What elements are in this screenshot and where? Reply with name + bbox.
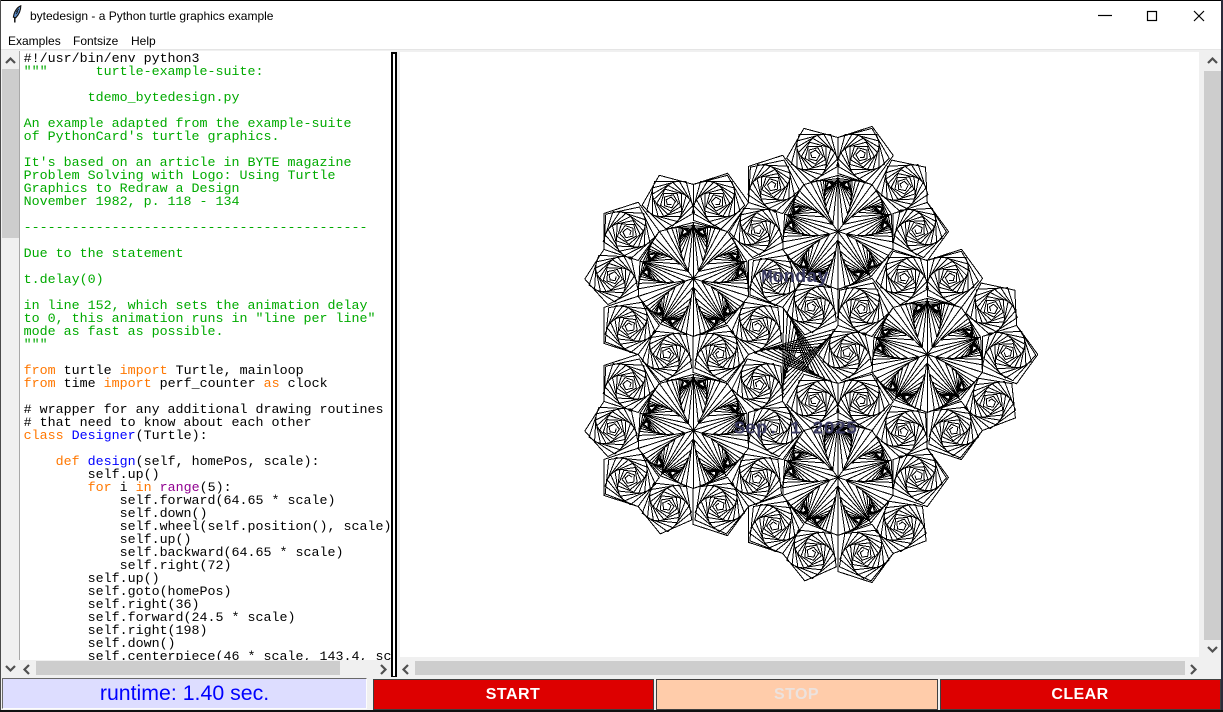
svg-text:Monday: Monday [761,266,828,288]
svg-text:Sep. 1 2025: Sep. 1 2025 [733,417,856,439]
